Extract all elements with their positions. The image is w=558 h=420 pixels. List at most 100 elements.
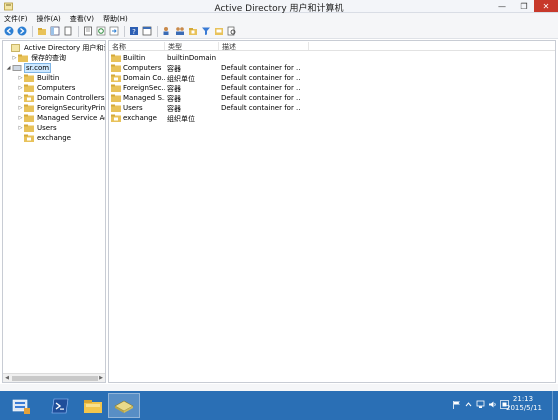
svg-text:?: ? xyxy=(132,28,136,36)
tree-item-users[interactable]: ▷ Users xyxy=(17,123,58,132)
new-user-icon[interactable] xyxy=(161,26,172,37)
list-item[interactable]: Builtin builtinDomain xyxy=(109,53,555,63)
close-button[interactable]: ✕ xyxy=(534,0,558,12)
column-header-name[interactable]: 名称 xyxy=(109,42,165,51)
expand-arrow-icon[interactable]: ▷ xyxy=(17,115,24,121)
server-manager-button[interactable] xyxy=(6,393,36,418)
show-desktop-button[interactable] xyxy=(552,391,558,420)
item-type: 组织单位 xyxy=(167,115,195,123)
console-tree[interactable]: Active Directory 用户和计算机 ▷ 保存的查询 ◢ sr.com… xyxy=(2,40,106,383)
item-name: Domain Co... xyxy=(123,74,165,82)
tree-item-foreign-security-principals[interactable]: ▷ ForeignSecurityPrincipals xyxy=(17,103,106,112)
item-description: Default container for ... xyxy=(221,74,301,82)
tree-item-domain-controllers[interactable]: ▷ Domain Controllers xyxy=(17,93,105,102)
list-item[interactable]: ForeignSec... 容器 Default container for .… xyxy=(109,83,555,93)
console-tree-icon[interactable] xyxy=(49,26,60,37)
powershell-button[interactable] xyxy=(45,393,75,418)
scroll-right-icon[interactable]: ▶ xyxy=(97,374,105,382)
status-bar xyxy=(0,384,558,391)
expand-arrow-icon[interactable]: ▷ xyxy=(17,105,24,111)
expand-arrow-icon[interactable]: ▷ xyxy=(17,125,24,131)
flag-icon[interactable] xyxy=(452,400,461,409)
menu-help[interactable]: 帮助(H) xyxy=(103,14,128,24)
item-name: Users xyxy=(123,104,143,112)
new-group-icon[interactable] xyxy=(174,26,185,37)
console-icon[interactable] xyxy=(141,26,152,37)
expand-arrow-icon[interactable]: ▷ xyxy=(11,55,18,61)
taskbar-clock[interactable]: 21:13 2015/5/11 xyxy=(506,395,542,413)
add-to-group-icon[interactable] xyxy=(213,26,224,37)
taskbar: 21:13 2015/5/11 xyxy=(0,391,558,420)
item-type: builtinDomain xyxy=(167,54,217,62)
file-explorer-button[interactable] xyxy=(78,393,108,418)
item-description: Default container for ... xyxy=(221,94,301,102)
list-item[interactable]: Domain Co... 组织单位 Default container for … xyxy=(109,73,555,83)
list-item[interactable]: Users 容器 Default container for ... xyxy=(109,103,555,113)
help-icon[interactable]: ? xyxy=(128,26,139,37)
tree-item-managed-service-accounts[interactable]: ▷ Managed Service Accounts xyxy=(17,113,105,122)
folder-icon xyxy=(24,104,34,112)
tree-item-domain[interactable]: ◢ sr.com xyxy=(5,62,52,73)
results-list[interactable]: 名称 类型 描述 Builtin builtinDomain Computers… xyxy=(108,40,556,383)
item-name: exchange xyxy=(123,114,157,122)
expand-arrow-icon[interactable]: ▷ xyxy=(17,85,24,91)
expand-arrow-icon[interactable]: ▷ xyxy=(17,95,24,101)
toolbar-separator xyxy=(124,25,125,37)
folder-icon xyxy=(111,54,121,62)
copy-icon[interactable] xyxy=(62,26,73,37)
folder-icon xyxy=(111,64,121,72)
refresh-icon[interactable] xyxy=(95,26,106,37)
item-description: Default container for ... xyxy=(221,104,301,112)
list-header: 名称 类型 描述 xyxy=(109,41,555,51)
powershell-icon xyxy=(51,398,69,413)
tree-horizontal-scrollbar[interactable]: ◀ ▶ xyxy=(3,373,105,382)
scroll-left-icon[interactable]: ◀ xyxy=(3,374,11,382)
export-list-icon[interactable] xyxy=(108,26,119,37)
minimize-button[interactable]: — xyxy=(491,0,513,12)
tree-item-builtin[interactable]: ▷ Builtin xyxy=(17,73,60,82)
title-bar: Active Directory 用户和计算机 — ❐ ✕ xyxy=(0,0,558,14)
properties-icon[interactable] xyxy=(82,26,93,37)
toolbar-separator xyxy=(157,25,158,37)
tree-item-label: ForeignSecurityPrincipals xyxy=(37,103,106,112)
column-header-type[interactable]: 类型 xyxy=(165,42,219,51)
forward-icon[interactable] xyxy=(16,26,27,37)
tree-item-exchange[interactable]: exchange xyxy=(17,133,72,142)
aduc-root-icon xyxy=(11,43,21,52)
menu-file[interactable]: 文件(F) xyxy=(4,14,28,24)
expand-tray-icon[interactable] xyxy=(464,400,473,409)
tree-item-label: Managed Service Accounts xyxy=(37,113,105,122)
tree-item-label: sr.com xyxy=(24,62,52,73)
tree-item-label: exchange xyxy=(37,133,71,142)
folder-icon xyxy=(111,104,121,112)
item-name: Builtin xyxy=(123,54,146,62)
find-icon[interactable] xyxy=(226,26,237,37)
tree-item-saved-queries[interactable]: ▷ 保存的查询 xyxy=(11,53,67,62)
tree-item-computers[interactable]: ▷ Computers xyxy=(17,83,76,92)
list-item[interactable]: Managed S... 容器 Default container for ..… xyxy=(109,93,555,103)
filter-icon[interactable] xyxy=(200,26,211,37)
list-item[interactable]: Computers 容器 Default container for ... xyxy=(109,63,555,73)
file-explorer-icon xyxy=(84,399,102,413)
column-header-description[interactable]: 描述 xyxy=(219,42,309,51)
new-ou-icon[interactable] xyxy=(187,26,198,37)
scrollbar-thumb[interactable] xyxy=(12,376,98,381)
menu-view[interactable]: 查看(V) xyxy=(70,14,94,24)
aduc-taskbar-button[interactable] xyxy=(108,393,140,418)
item-description: Default container for ... xyxy=(221,84,301,92)
ou-folder-icon xyxy=(111,114,121,122)
network-icon[interactable] xyxy=(476,400,485,409)
expand-arrow-icon[interactable]: ▷ xyxy=(17,75,24,81)
maximize-button[interactable]: ❐ xyxy=(513,0,535,12)
tree-item-root[interactable]: Active Directory 用户和计算机 xyxy=(4,43,105,52)
volume-icon[interactable] xyxy=(488,400,497,409)
back-icon[interactable] xyxy=(3,26,14,37)
menu-bar: 文件(F) 操作(A) 查看(V) 帮助(H) xyxy=(0,13,558,24)
tree-item-label: Active Directory 用户和计算机 xyxy=(24,43,105,52)
list-item[interactable]: exchange 组织单位 xyxy=(109,113,555,123)
collapse-arrow-icon[interactable]: ◢ xyxy=(5,65,12,71)
up-folder-icon[interactable] xyxy=(36,26,47,37)
tree-item-label: Builtin xyxy=(37,73,60,82)
folder-icon xyxy=(24,84,34,92)
menu-action[interactable]: 操作(A) xyxy=(37,14,61,24)
